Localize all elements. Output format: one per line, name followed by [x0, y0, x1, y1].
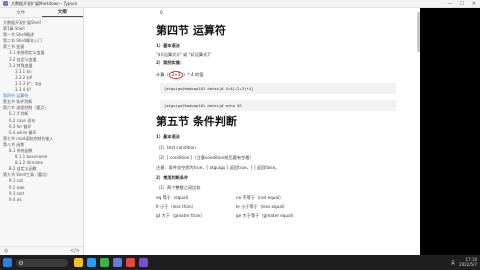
sec5-common-heading: 2）常用判断条件	[156, 175, 189, 180]
outline-toggle-icon[interactable]: ◎	[4, 248, 8, 254]
compare-row: lt 小于（less than） le 小于等于（less equal）	[156, 202, 396, 211]
sec4-syntax: "$((运算式))" 或 "$[运算式]"	[156, 52, 211, 57]
input-language-indicator[interactable]: 英	[451, 260, 455, 266]
compare-left: eq 等于（equal）	[156, 195, 191, 200]
search-icon	[19, 260, 23, 265]
outline-item[interactable]: 9.4 wc	[3, 197, 83, 203]
compare-right: le 小于等于（less equal）	[236, 204, 288, 209]
sec5-line-3: 注意：条件非空即为true，[ atguigu ] 返回true，[ ] 返回f…	[156, 165, 280, 170]
clock[interactable]: 17:10 2022/5/7	[459, 257, 477, 267]
compare-row: gt 大于（greater than） ge 大于等于（greater equal…	[156, 211, 396, 220]
compare-right: ge 大于等于（greater equal）	[236, 213, 297, 218]
case-text-b: ）* 4 的值	[183, 72, 204, 77]
compare-row: eq 等于（equal） ne 不等于（not equal）	[156, 193, 396, 202]
sec4-syntax-heading: 1）基本语法	[156, 43, 180, 48]
wechat-icon[interactable]	[100, 258, 109, 267]
taskbar-search[interactable]	[16, 258, 68, 267]
sidebar: 文件 大纲 大数据开发扩展Shell 第1章 Shell 第一节 Shell概述 第二…	[0, 8, 84, 255]
browser-icon[interactable]	[87, 258, 96, 267]
clock-date: 2022/5/7	[459, 261, 477, 267]
sidebar-tabs: 文件 大纲	[0, 8, 83, 18]
black-margin	[420, 8, 480, 255]
section-5-heading: 第五节 条件判断	[156, 115, 237, 128]
maximize-button[interactable]: ☐	[456, 0, 468, 8]
typora-app-icon	[3, 1, 8, 6]
code-block-1[interactable]: [atguigu@hadoop101 datas]# S=$[(2+3)*4]	[160, 83, 396, 94]
document: 0 第四节 运算符 1）基本语法 "$((运算式))" 或 "$[运算式]" 2…	[156, 8, 396, 220]
section-4-heading: 第四节 运算符	[156, 24, 226, 37]
tab-files[interactable]: 文件	[0, 8, 42, 17]
sidebar-footer: ◎ </>	[0, 246, 83, 255]
case-text-a: 计算（	[156, 72, 169, 77]
window-title: 大数据开发扩展Markdown - Typora	[11, 0, 77, 6]
red-circle-annotation: 2+3	[168, 71, 184, 79]
compare-right: ne 不等于（not equal）	[236, 195, 284, 200]
sec5-line-2: （2）[ condition ]（注意condition前后要有空格）	[156, 155, 254, 160]
source-code-mode-icon[interactable]: </>	[70, 248, 80, 254]
typora-taskbar-icon[interactable]	[113, 258, 122, 267]
window-controls: — ☐ ✕	[444, 0, 480, 8]
close-button[interactable]: ✕	[468, 0, 480, 8]
outline-list: 大数据开发扩展Shell 第1章 Shell 第一节 Shell概述 第二节 Shel…	[0, 18, 83, 203]
minimize-button[interactable]: —	[444, 0, 456, 8]
sec5-int-heading: （1）两个整数之间比较	[156, 185, 201, 190]
compare-left: lt 小于（less than）	[156, 204, 196, 209]
start-windows-icon[interactable]	[3, 258, 12, 267]
taskbar: 英 17:10 2022/5/7	[0, 255, 480, 270]
app-red-icon[interactable]	[126, 258, 135, 267]
code-block-2[interactable]: [atguigu@hadoop101 datas]# echo $S	[160, 100, 396, 111]
editor-pane[interactable]: 0 第四节 运算符 1）基本语法 "$((运算式))" 或 "$[运算式]" 2…	[84, 8, 420, 255]
tab-outline[interactable]: 大纲	[41, 8, 83, 17]
title-bar: 大数据开发扩展Markdown - Typora — ☐ ✕	[0, 0, 480, 8]
app-purple-icon[interactable]	[139, 258, 148, 267]
compare-left: gt 大于（greater than）	[156, 213, 205, 218]
list-item: 0	[160, 10, 163, 15]
sec5-line-1: （1）test condition	[156, 145, 196, 150]
sec4-case-heading: 2）案例实操：	[156, 60, 185, 65]
compare-table: eq 等于（equal） ne 不等于（not equal） lt 小于（less …	[156, 193, 396, 220]
sec5-syntax-heading: 1）基本语法	[156, 134, 180, 139]
system-tray: 英 17:10 2022/5/7	[451, 257, 477, 267]
file-explorer-icon[interactable]	[74, 258, 83, 267]
sec4-case-text: 计算（ 2+3 ）* 4 的值	[156, 71, 396, 79]
